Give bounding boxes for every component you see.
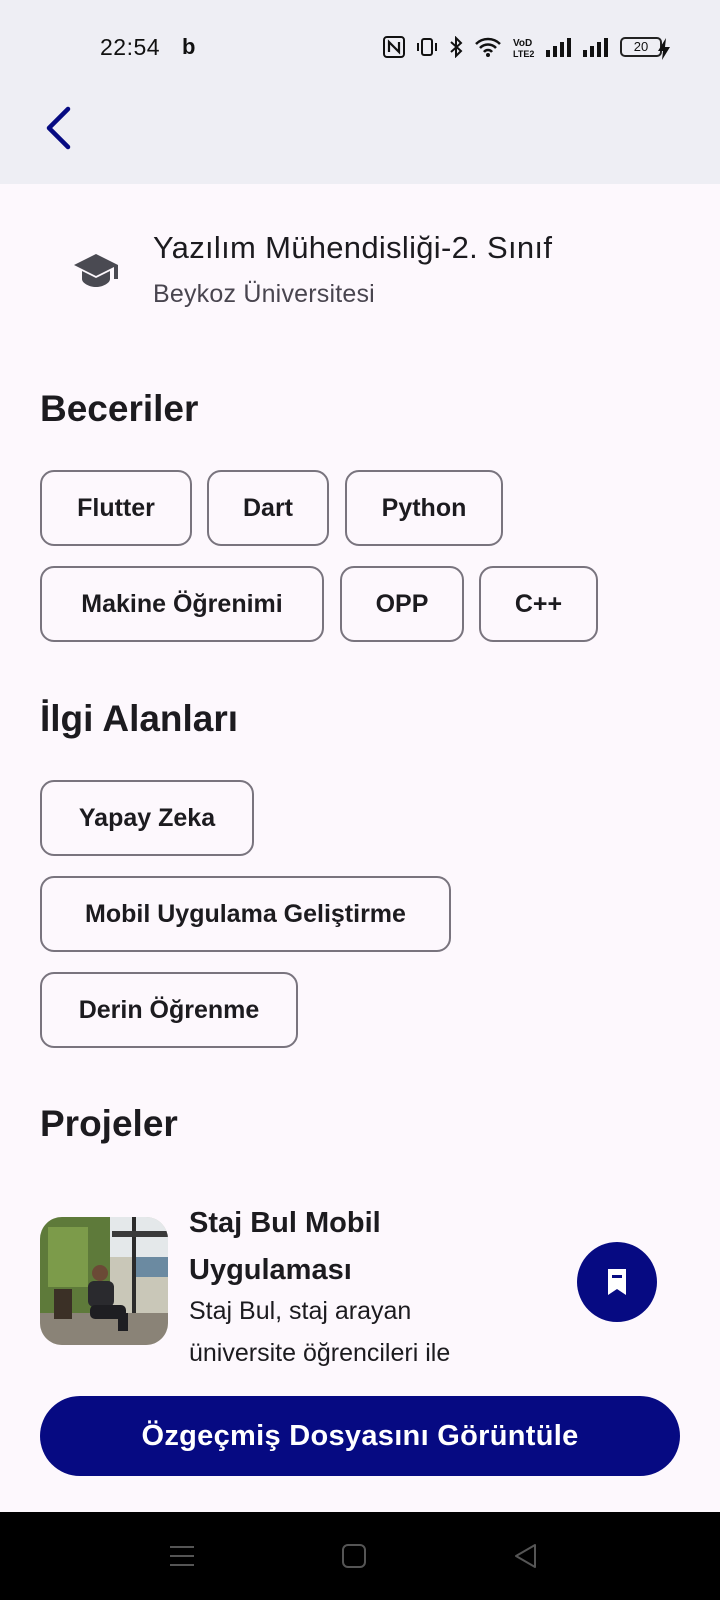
education-school: Beykoz Üniversitesi bbox=[153, 280, 375, 308]
project-thumbnail[interactable] bbox=[40, 1217, 168, 1345]
view-cv-button[interactable]: Özgeçmiş Dosyasını Görüntüle bbox=[40, 1396, 680, 1476]
charging-icon bbox=[658, 38, 670, 65]
vibrate-icon bbox=[416, 36, 438, 58]
app-bar bbox=[0, 96, 720, 184]
skill-chip[interactable]: Flutter bbox=[40, 470, 192, 546]
menu-icon bbox=[170, 1546, 194, 1566]
menu-nav-button[interactable] bbox=[158, 1532, 206, 1580]
interest-chip[interactable]: Yapay Zeka bbox=[40, 780, 254, 856]
bookmark-fab[interactable] bbox=[577, 1242, 657, 1322]
skill-chip[interactable]: C++ bbox=[479, 566, 598, 642]
back-button[interactable] bbox=[38, 104, 78, 152]
status-time: 22:54 bbox=[100, 34, 161, 60]
carrier-glyph: b bbox=[182, 34, 196, 59]
home-nav-button[interactable] bbox=[330, 1532, 378, 1580]
skills-title: Beceriler bbox=[40, 388, 199, 429]
back-nav-button[interactable] bbox=[502, 1532, 550, 1580]
project-description: Staj Bul, staj arayan üniversite öğrenci… bbox=[189, 1297, 451, 1367]
projects-title: Projeler bbox=[40, 1103, 178, 1144]
graduation-cap-icon bbox=[74, 252, 118, 293]
education-title: Yazılım Mühendisliği-2. Sınıf bbox=[153, 230, 553, 265]
battery-level: 20 bbox=[620, 37, 665, 57]
bookmark-icon bbox=[608, 1269, 626, 1295]
signal-1-icon bbox=[546, 36, 572, 58]
skill-chip[interactable]: Dart bbox=[207, 470, 329, 546]
project-title[interactable]: Staj Bul Mobil Uygulaması bbox=[189, 1200, 519, 1294]
skill-chip[interactable]: Makine Öğrenimi bbox=[40, 566, 324, 642]
battery-icon: 20 bbox=[620, 37, 665, 57]
svg-text:LTE2: LTE2 bbox=[513, 49, 534, 58]
interests-title: İlgi Alanları bbox=[40, 698, 239, 739]
status-icons: VoD LTE2 20 bbox=[383, 36, 665, 58]
svg-text:VoD: VoD bbox=[513, 38, 532, 49]
skill-chip[interactable]: OPP bbox=[340, 566, 464, 642]
nfc-icon bbox=[383, 36, 405, 58]
status-bar: 22:54 b VoD LTE2 20 bbox=[0, 0, 720, 96]
wifi-icon bbox=[474, 36, 502, 58]
system-nav-bar bbox=[0, 1512, 720, 1600]
skill-chip[interactable]: Python bbox=[345, 470, 503, 546]
bluetooth-icon bbox=[449, 36, 463, 58]
volte-icon: VoD LTE2 bbox=[513, 36, 535, 58]
chevron-left-icon bbox=[46, 106, 71, 150]
signal-2-icon bbox=[583, 36, 609, 58]
home-square-icon bbox=[342, 1544, 366, 1568]
back-triangle-icon bbox=[515, 1544, 536, 1568]
interest-chip[interactable]: Mobil Uygulama Geliştirme bbox=[40, 876, 451, 952]
interest-chip[interactable]: Derin Öğrenme bbox=[40, 972, 298, 1048]
